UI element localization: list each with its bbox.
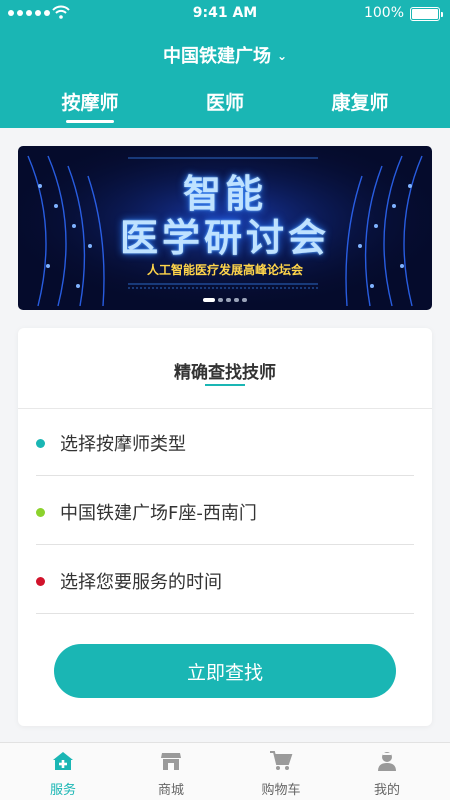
location-selector[interactable]: 中国铁建广场 ⌄ xyxy=(0,42,450,68)
battery-icon xyxy=(410,7,443,21)
battery-percent: 100% xyxy=(363,5,404,21)
category-tabs: 按摩师 医师 康复师 xyxy=(0,88,450,128)
tabbar-label: 购物车 xyxy=(261,783,301,798)
header: 9:41 AM 100% 中国铁建广场 ⌄ 按摩师 医师 康复师 xyxy=(0,0,450,128)
bullet-dot xyxy=(36,439,45,448)
carousel-dot xyxy=(203,298,215,302)
banner-subtitle: 人工智能医疗发展高峰论坛会 xyxy=(146,263,303,277)
bullet-dot xyxy=(36,577,45,586)
bottom-tab-bar: 服务 商城 购物车 我的 xyxy=(0,742,450,800)
finder-title: 精确查找技师 xyxy=(174,363,276,383)
tabbar-item-store[interactable]: 商城 xyxy=(126,743,216,800)
service-time-selector[interactable]: 选择您要服务的时间 xyxy=(36,546,414,614)
therapist-type-selector[interactable]: 选择按摩师类型 xyxy=(36,408,414,476)
tabbar-item-service[interactable]: 服务 xyxy=(18,743,108,800)
tabbar-label: 服务 xyxy=(49,783,76,798)
carousel-indicator xyxy=(18,298,432,302)
title-underline xyxy=(205,384,245,386)
tab-massage-therapist[interactable]: 按摩师 xyxy=(30,88,150,115)
cart-icon xyxy=(270,751,293,770)
address-label: 中国铁建广场F座-西南门 xyxy=(60,503,257,524)
location-label: 中国铁建广场 xyxy=(162,46,271,67)
tab-rehab-therapist[interactable]: 康复师 xyxy=(300,88,420,115)
carousel-dot xyxy=(226,298,231,302)
banner-title: 智能 医学研讨会 xyxy=(119,172,330,260)
therapist-type-label: 选择按摩师类型 xyxy=(60,434,186,455)
tabbar-label: 商城 xyxy=(157,783,184,798)
carousel-dot xyxy=(218,298,223,302)
finder-card: 精确查找技师 选择按摩师类型 中国铁建广场F座-西南门 选择您要服务的时间 立即… xyxy=(18,328,432,726)
store-icon xyxy=(161,753,181,770)
tabbar-label: 我的 xyxy=(373,783,400,798)
tabbar-item-profile[interactable]: 我的 xyxy=(342,743,432,800)
service-time-label: 选择您要服务的时间 xyxy=(60,572,222,593)
carousel-dot xyxy=(234,298,239,302)
carousel-dot xyxy=(242,298,247,302)
profile-icon xyxy=(378,752,396,771)
tabbar-item-cart[interactable]: 购物车 xyxy=(236,743,326,800)
address-selector[interactable]: 中国铁建广场F座-西南门 xyxy=(36,477,414,545)
tab-physician[interactable]: 医师 xyxy=(165,88,285,115)
search-now-button[interactable]: 立即查找 xyxy=(54,644,396,698)
bullet-dot xyxy=(36,508,45,517)
chevron-down-icon: ⌄ xyxy=(276,49,288,63)
promo-banner[interactable]: 智能 医学研讨会 人工智能医疗发展高峰论坛会 xyxy=(18,146,432,310)
status-bar: 9:41 AM 100% xyxy=(0,0,450,28)
active-tab-indicator xyxy=(66,120,114,123)
service-icon xyxy=(53,752,73,770)
